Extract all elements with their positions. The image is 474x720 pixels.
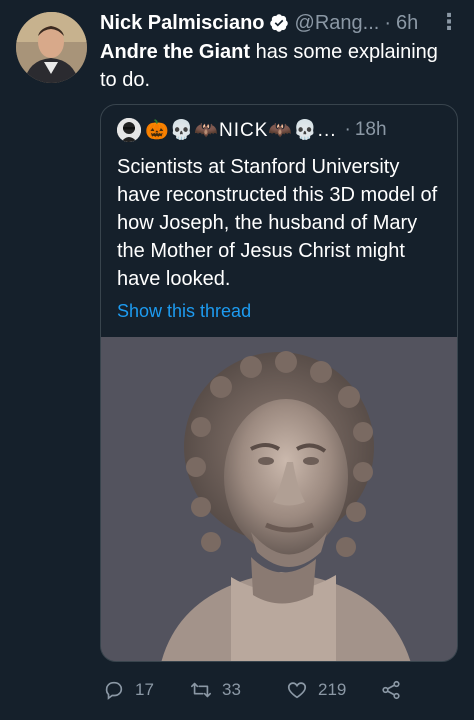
more-vertical-icon[interactable]: ⋮ [438, 11, 460, 33]
quoted-tweet-header: 🎃💀🦇NICK🦇💀... · 18h [117, 117, 445, 143]
quoted-author-avatar [117, 118, 141, 142]
tweet-actions: 17 33 219 [100, 675, 474, 705]
retweet-button[interactable]: 33 [190, 679, 241, 701]
quoted-timestamp[interactable]: 18h [355, 119, 387, 141]
quoted-tweet-text: Scientists at Stanford University have r… [117, 156, 438, 290]
quoted-tweet-image[interactable] [101, 337, 457, 661]
like-button[interactable]: 219 [286, 679, 346, 701]
separator-dot: · [384, 11, 391, 34]
tweet-text-mention: Andre the Giant [100, 41, 251, 63]
author-name[interactable]: Nick Palmisciano [100, 12, 265, 35]
verified-badge-icon [269, 14, 288, 32]
tweet-timestamp[interactable]: 6h [396, 12, 418, 35]
retweet-icon [191, 682, 211, 698]
reply-icon [105, 681, 123, 700]
show-thread-link[interactable]: Show this thread [117, 301, 251, 322]
retweet-count: 33 [222, 680, 241, 699]
quoted-tweet[interactable]: 🎃💀🦇NICK🦇💀... · 18h Scientists at Stanfor… [100, 104, 458, 662]
author-avatar[interactable] [16, 12, 87, 83]
quoted-separator-dot: · [344, 119, 351, 140]
reply-count: 17 [135, 680, 154, 699]
share-button[interactable] [380, 679, 412, 701]
tweet-header: Nick Palmisciano @Rang... · 6h ⋮ [100, 10, 460, 36]
like-count: 219 [318, 680, 347, 699]
share-icon [382, 680, 400, 700]
heart-icon [287, 682, 307, 699]
tweet-text: Andre the Giant has some explaining to d… [100, 38, 456, 94]
author-handle[interactable]: @Rang... [295, 12, 380, 35]
quoted-author-name[interactable]: 🎃💀🦇NICK🦇💀... [145, 118, 337, 142]
reply-button[interactable]: 17 [103, 679, 154, 701]
